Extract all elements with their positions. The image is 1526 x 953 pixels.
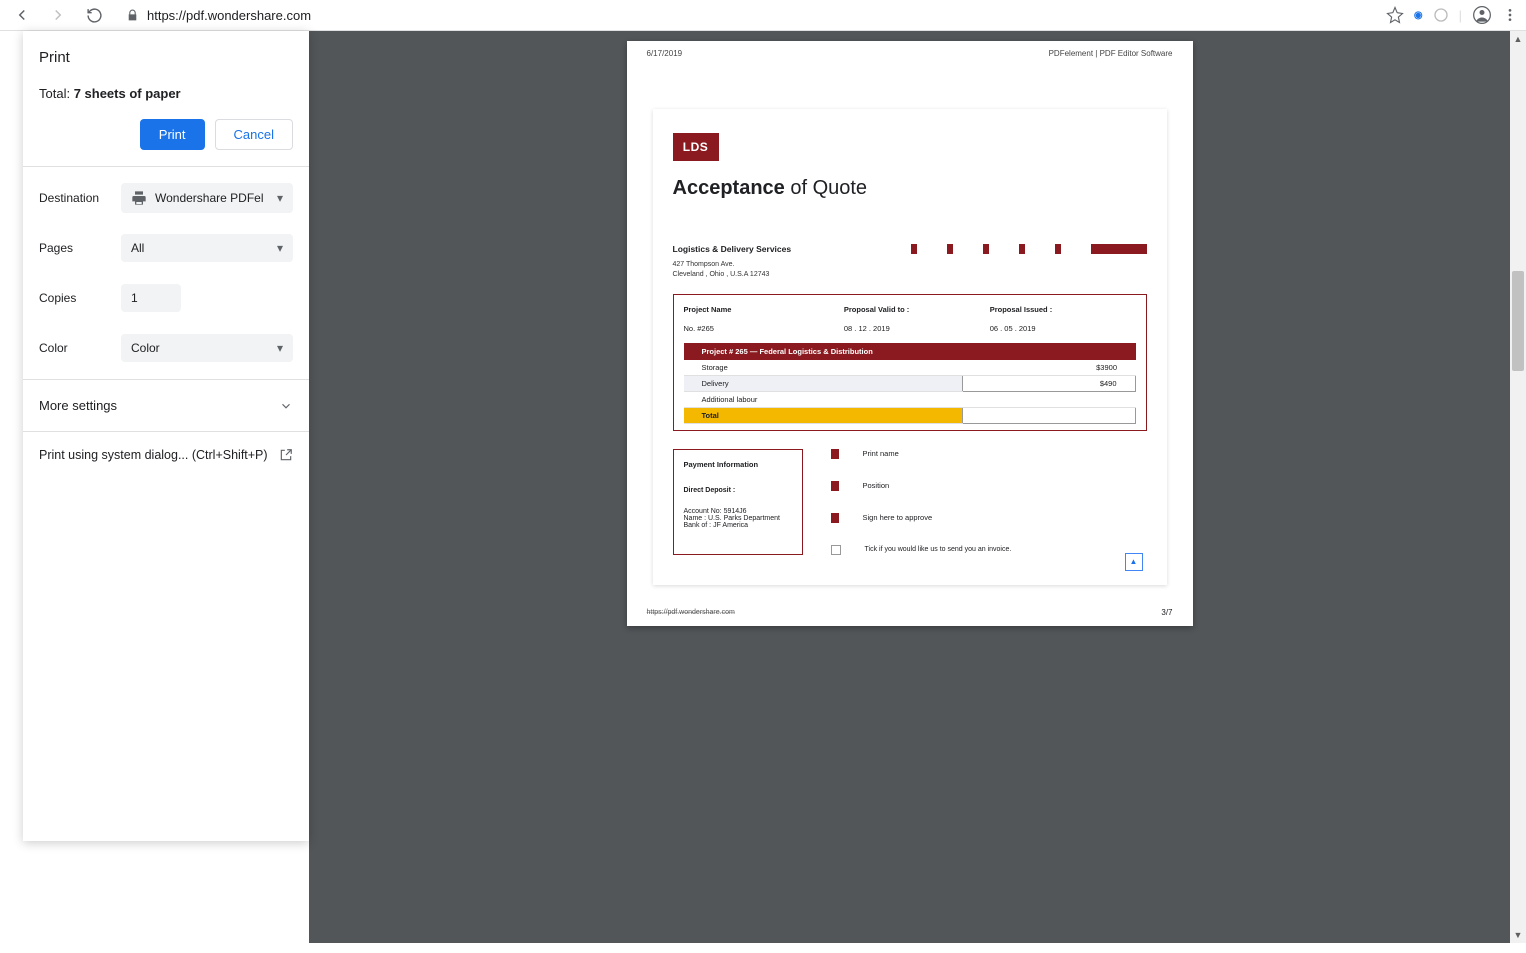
- proposal-box: Project Name Proposal Valid to : Proposa…: [673, 294, 1147, 431]
- pages-label: Pages: [39, 241, 121, 255]
- chevron-down-icon: ▾: [277, 241, 283, 255]
- reload-button[interactable]: [80, 1, 108, 29]
- scrollbar-vertical[interactable]: ▲ ▼: [1510, 31, 1526, 943]
- scroll-thumb[interactable]: [1512, 271, 1524, 371]
- print-total: Total: 7 sheets of paper: [39, 86, 293, 101]
- page-number: 3/7: [1161, 608, 1192, 617]
- pay-line: Name : U.S. Parks Department: [684, 515, 792, 522]
- destination-value: Wondershare PDFel: [155, 191, 264, 205]
- address-bar[interactable]: https://pdf.wondershare.com: [116, 8, 1378, 23]
- project-no: No. #265: [684, 324, 844, 333]
- chevron-down-icon: ▾: [277, 341, 283, 355]
- print-dialog-title: Print: [39, 49, 293, 66]
- total-value: 7 sheets of paper: [74, 86, 181, 101]
- addr-line-2: Cleveland , Ohio , U.S.A 12743: [673, 270, 1147, 280]
- table-row: Delivery$490: [684, 375, 1136, 391]
- pages-select[interactable]: All ▾: [121, 234, 293, 262]
- destination-select[interactable]: Wondershare PDFel ▾: [121, 183, 293, 213]
- destination-label: Destination: [39, 191, 121, 205]
- logo: LDS: [673, 133, 719, 161]
- print-button[interactable]: Print: [140, 119, 205, 150]
- table-row-total: Total: [684, 407, 1136, 423]
- company-name: Logistics & Delivery Services: [673, 244, 792, 254]
- addr-line-1: 427 Thompson Ave.: [673, 260, 1147, 270]
- sign-here-label: Sign here to approve: [863, 513, 933, 522]
- bullet-icon: [831, 449, 839, 459]
- color-label: Color: [39, 341, 121, 355]
- item-amount: [962, 391, 1135, 407]
- chevron-down-icon: [279, 399, 293, 413]
- item-amount: $490: [962, 375, 1135, 391]
- issued-value: 06 . 05 . 2019: [990, 324, 1136, 333]
- more-settings-toggle[interactable]: More settings: [23, 379, 309, 431]
- signature-column: Print name Position Sign here to approve…: [831, 449, 1147, 555]
- chrome-actions: ◉ |: [1386, 5, 1518, 25]
- payment-box: Payment Information Direct Deposit : Acc…: [673, 449, 803, 555]
- pay-line: Account No: 5914J6: [684, 508, 792, 515]
- chevron-down-icon: ▾: [277, 191, 283, 205]
- color-value: Color: [131, 341, 160, 355]
- printer-icon: [131, 190, 147, 206]
- item-label: Additional labour: [684, 391, 963, 407]
- open-external-icon: [279, 448, 293, 462]
- item-amount: $3900: [962, 360, 1135, 376]
- position-label: Position: [863, 481, 890, 490]
- table-row: Storage$3900: [684, 360, 1136, 376]
- color-select[interactable]: Color ▾: [121, 334, 293, 362]
- table-row: Additional labour: [684, 391, 1136, 407]
- line-items-table: Storage$3900 Delivery$490 Additional lab…: [684, 360, 1136, 424]
- lock-icon: [126, 9, 139, 22]
- doc-title-bold: Acceptance: [673, 177, 785, 199]
- bullet-icon: [831, 481, 839, 491]
- profile-icon[interactable]: [1472, 5, 1492, 25]
- back-button[interactable]: [8, 1, 36, 29]
- checkbox-icon: [831, 545, 841, 555]
- payment-title: Payment Information: [684, 460, 792, 469]
- copies-value: 1: [131, 291, 138, 305]
- item-label: Delivery: [684, 375, 963, 391]
- scroll-up-icon[interactable]: ▲: [1510, 31, 1526, 47]
- system-dialog-label: Print using system dialog... (Ctrl+Shift…: [39, 448, 268, 462]
- page-header-title: PDFelement | PDF Editor Software: [1049, 49, 1173, 61]
- valid-label: Proposal Valid to :: [844, 305, 990, 314]
- url-text: https://pdf.wondershare.com: [147, 8, 311, 23]
- item-label: Storage: [684, 360, 963, 376]
- print-name-label: Print name: [863, 449, 899, 458]
- browser-toolbar: https://pdf.wondershare.com ◉ |: [0, 0, 1526, 31]
- menu-icon[interactable]: [1502, 7, 1518, 23]
- total-prefix: Total:: [39, 86, 74, 101]
- pages-value: All: [131, 241, 144, 255]
- scroll-down-icon[interactable]: ▼: [1510, 927, 1526, 943]
- scroll-to-top-icon[interactable]: ▲: [1125, 553, 1143, 571]
- system-dialog-link[interactable]: Print using system dialog... (Ctrl+Shift…: [23, 431, 309, 478]
- total-amount: [962, 407, 1135, 423]
- company-address: 427 Thompson Ave. Cleveland , Ohio , U.S…: [673, 260, 1147, 280]
- extension-icon-1[interactable]: ◉: [1414, 10, 1423, 21]
- print-dialog: Print Total: 7 sheets of paper Print Can…: [23, 31, 309, 841]
- valid-value: 08 . 12 . 2019: [844, 324, 990, 333]
- copies-label: Copies: [39, 291, 121, 305]
- project-bar: Project # 265 — Federal Logistics & Dist…: [684, 343, 1136, 360]
- star-icon[interactable]: [1386, 6, 1404, 24]
- more-settings-label: More settings: [39, 398, 117, 413]
- pay-line: Bank of : JF America: [684, 522, 792, 529]
- doc-title-rest: of Quote: [785, 177, 867, 199]
- bullet-icon: [831, 513, 839, 523]
- document-title: Acceptance of Quote: [673, 177, 1147, 200]
- decorative-squares: [911, 244, 1147, 254]
- total-label: Total: [684, 407, 963, 423]
- forward-button[interactable]: [44, 1, 72, 29]
- preview-backdrop[interactable]: 6/17/2019 PDFelement | PDF Editor Softwa…: [309, 31, 1510, 943]
- cancel-button[interactable]: Cancel: [215, 119, 293, 150]
- footer-url: https://pdf.wondershare.com: [627, 605, 755, 620]
- project-name-label: Project Name: [684, 305, 844, 314]
- direct-deposit-label: Direct Deposit :: [684, 487, 792, 494]
- copies-input[interactable]: 1: [121, 284, 181, 312]
- extension-icon-2[interactable]: [1433, 7, 1449, 23]
- page-header-date: 6/17/2019: [647, 49, 683, 61]
- issued-label: Proposal Issued :: [990, 305, 1136, 314]
- preview-page: 6/17/2019 PDFelement | PDF Editor Softwa…: [627, 41, 1193, 626]
- tick-label: Tick if you would like us to send you an…: [865, 546, 1012, 553]
